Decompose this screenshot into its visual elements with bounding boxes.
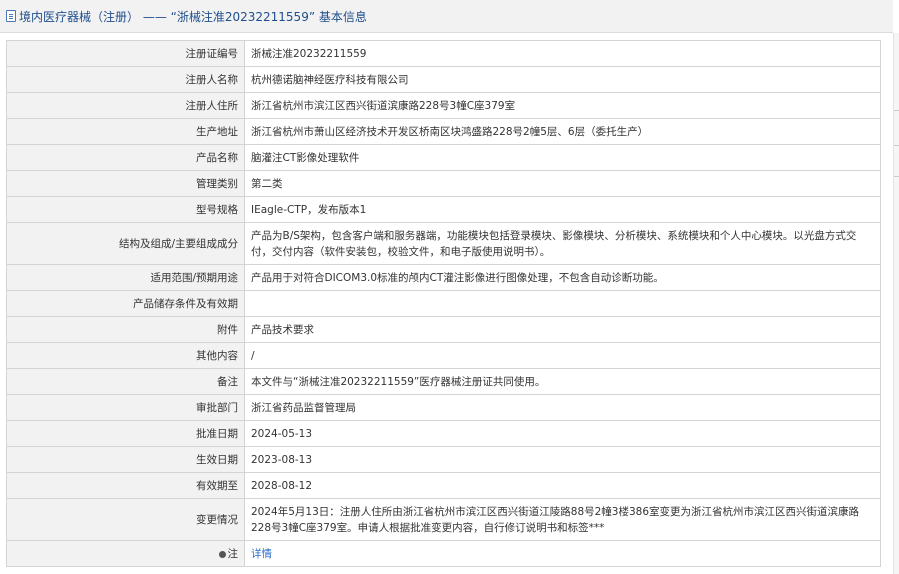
note-label: 注: [227, 547, 239, 560]
table-row: 变更情况 2024年5月13日：注册人住所由浙江省杭州市滨江区西兴街道江陵路88…: [6, 498, 881, 541]
table-row: 适用范围/预期用途 产品用于对符合DICOM3.0标准的颅内CT灌注影像进行图像…: [6, 264, 881, 291]
row-value: 脑灌注CT影像处理软件: [244, 144, 881, 171]
table-row: 型号规格 IEagle-CTP，发布版本1: [6, 196, 881, 223]
table-row: 注册人名称 杭州德诺脑神经医疗科技有限公司: [6, 66, 881, 93]
row-value: 浙江省杭州市滨江区西兴街道滨康路228号3幢C座379室: [244, 92, 881, 119]
row-value: 产品用于对符合DICOM3.0标准的颅内CT灌注影像进行图像处理，不包含自动诊断…: [244, 264, 881, 291]
row-value: 本文件与“浙械注准20232211559”医疗器械注册证共同使用。: [244, 368, 881, 395]
row-value: 第二类: [244, 170, 881, 197]
row-label: 产品储存条件及有效期: [6, 290, 245, 317]
row-value: 2024-05-13: [244, 420, 881, 447]
row-label: 生效日期: [6, 446, 245, 473]
table-row: 审批部门 浙江省药品监督管理局: [6, 394, 881, 421]
row-label: 批准日期: [6, 420, 245, 447]
row-label: 注册证编号: [6, 40, 245, 67]
table-row: 生产地址 浙江省杭州市萧山区经济技术开发区桥南区块鸿盛路228号2幢5层、6层（…: [6, 118, 881, 145]
table-row: 其他内容 /: [6, 342, 881, 369]
table-row: 结构及组成/主要组成成分 产品为B/S架构，包含客户端和服务器端，功能模块包括登…: [6, 222, 881, 265]
table-row: 批准日期 2024-05-13: [6, 420, 881, 447]
table-row: 产品名称 脑灌注CT影像处理软件: [6, 144, 881, 171]
row-label: 产品名称: [6, 144, 245, 171]
row-label: 注册人住所: [6, 92, 245, 119]
note-label-cell: 注: [6, 540, 245, 567]
row-label: 注册人名称: [6, 66, 245, 93]
row-label: 附件: [6, 316, 245, 343]
row-value: 浙江省杭州市萧山区经济技术开发区桥南区块鸿盛路228号2幢5层、6层（委托生产）: [244, 118, 881, 145]
row-label: 审批部门: [6, 394, 245, 421]
row-value: 2023-08-13: [244, 446, 881, 473]
row-label: 管理类别: [6, 170, 245, 197]
table-row: 生效日期 2023-08-13: [6, 446, 881, 473]
row-label: 有效期至: [6, 472, 245, 499]
info-table: 注册证编号 浙械注准20232211559 注册人名称 杭州德诺脑神经医疗科技有…: [6, 40, 881, 567]
row-label: 型号规格: [6, 196, 245, 223]
table-row: 产品储存条件及有效期: [6, 290, 881, 317]
table-row: 管理类别 第二类: [6, 170, 881, 197]
row-label: 结构及组成/主要组成成分: [6, 222, 245, 265]
edge-tick: [894, 176, 899, 177]
row-value: 杭州德诺脑神经医疗科技有限公司: [244, 66, 881, 93]
row-value: 2024年5月13日：注册人住所由浙江省杭州市滨江区西兴街道江陵路88号2幢3楼…: [244, 498, 881, 541]
page-header: 境内医疗器械（注册） —— “浙械注准20232211559” 基本信息: [0, 0, 893, 33]
row-value: 浙江省药品监督管理局: [244, 394, 881, 421]
row-label: 备注: [6, 368, 245, 395]
page-title: 境内医疗器械（注册） —— “浙械注准20232211559” 基本信息: [19, 9, 367, 24]
row-value: 浙械注准20232211559: [244, 40, 881, 67]
table-row: 注册人住所 浙江省杭州市滨江区西兴街道滨康路228号3幢C座379室: [6, 92, 881, 119]
right-scroll-edge[interactable]: [893, 33, 899, 574]
note-row: 注 详情: [6, 540, 881, 567]
row-label: 适用范围/预期用途: [6, 264, 245, 291]
details-link[interactable]: 详情: [251, 548, 272, 560]
document-icon: [6, 10, 16, 22]
row-value: /: [244, 342, 881, 369]
table-row: 附件 产品技术要求: [6, 316, 881, 343]
edge-tick: [894, 145, 899, 146]
row-value: 2028-08-12: [244, 472, 881, 499]
row-value: [244, 290, 881, 317]
row-value: IEagle-CTP，发布版本1: [244, 196, 881, 223]
table-row: 备注 本文件与“浙械注准20232211559”医疗器械注册证共同使用。: [6, 368, 881, 395]
row-label: 生产地址: [6, 118, 245, 145]
row-value: 产品为B/S架构，包含客户端和服务器端，功能模块包括登录模块、影像模块、分析模块…: [244, 222, 881, 265]
row-label: 变更情况: [6, 498, 245, 541]
edge-tick: [894, 110, 899, 111]
note-icon: [218, 550, 226, 558]
table-row: 注册证编号 浙械注准20232211559: [6, 40, 881, 67]
table-row: 有效期至 2028-08-12: [6, 472, 881, 499]
row-label: 其他内容: [6, 342, 245, 369]
note-value: 详情: [244, 540, 881, 567]
row-value: 产品技术要求: [244, 316, 881, 343]
